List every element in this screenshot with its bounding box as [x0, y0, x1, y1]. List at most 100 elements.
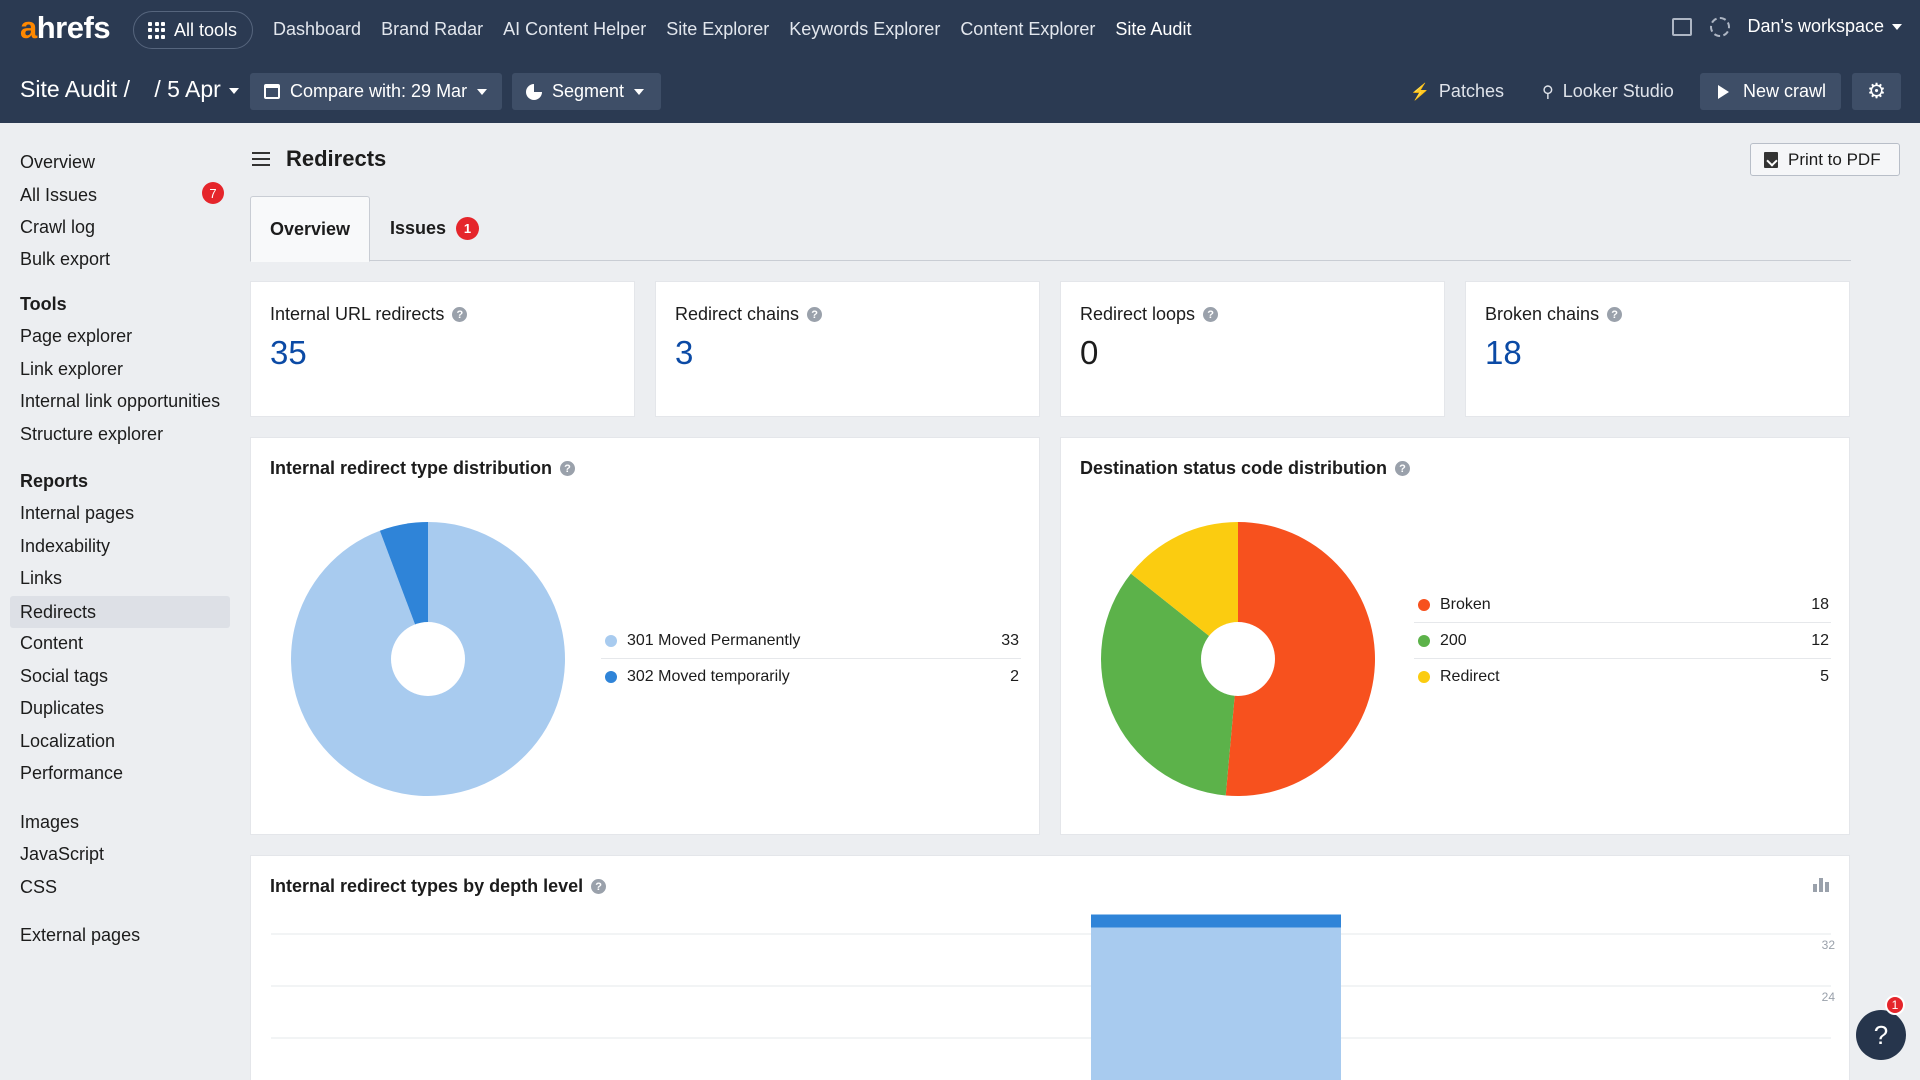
new-crawl-label: New crawl	[1743, 81, 1827, 101]
print-to-pdf-button[interactable]: Print to PDF	[1750, 143, 1900, 176]
notifications-icon[interactable]	[1671, 17, 1692, 36]
donut-hole	[1201, 622, 1275, 696]
all-tools-button[interactable]: All tools	[133, 11, 253, 49]
chevron-down-icon	[634, 88, 645, 95]
workspace-menu[interactable]: Dan's workspace	[1748, 16, 1902, 37]
bolt-icon: ⚡	[1410, 83, 1430, 101]
sidebar-item-content[interactable]: Content	[10, 627, 230, 659]
help-icon[interactable]: ?	[807, 307, 823, 322]
all-issues-badge: 7	[202, 182, 224, 204]
tab-label: Issues	[390, 218, 447, 238]
patches-link[interactable]: ⚡ Patches	[1410, 81, 1504, 102]
legend-dot	[1418, 671, 1430, 683]
help-icon[interactable]: ?	[1607, 307, 1623, 322]
all-tools-label: All tools	[174, 19, 238, 40]
bar-301-moved-permanently[interactable]	[1091, 927, 1341, 1080]
usage-gauge-icon[interactable]	[1709, 16, 1730, 37]
destination-status-legend: Broken 18 200 12 Redirect 5	[1414, 587, 1831, 695]
legend-value[interactable]: 12	[1811, 632, 1829, 650]
compare-with-button[interactable]: Compare with: 29 Mar	[250, 73, 502, 110]
legend-label: Redirect	[1440, 668, 1500, 685]
segment-pie-icon	[526, 83, 542, 100]
looker-icon: ⚲	[1542, 83, 1554, 101]
sidebar: Overview All Issues 7 Crawl log Bulk exp…	[0, 123, 240, 1080]
sidebar-item-links[interactable]: Links	[10, 562, 230, 594]
settings-button[interactable]: ⚙	[1852, 73, 1901, 110]
kpi-card-redirect-loops[interactable]: Redirect loops? 0	[1060, 281, 1445, 417]
segment-button[interactable]: Segment	[512, 73, 661, 110]
sidebar-item-javascript[interactable]: JavaScript	[10, 838, 230, 870]
kpi-value[interactable]: 35	[270, 334, 307, 372]
legend-item[interactable]: 200 12	[1414, 623, 1831, 659]
legend-item[interactable]: 302 Moved temporarily 2	[601, 659, 1021, 695]
sidebar-item-internal-link-opportunities[interactable]: Internal link opportunities	[10, 385, 230, 417]
nav-brand-radar[interactable]: Brand Radar	[381, 19, 483, 40]
nav-site-audit[interactable]: Site Audit	[1115, 19, 1191, 40]
sidebar-item-indexability[interactable]: Indexability	[10, 530, 230, 562]
project-bar: Site Audit / / 5 Apr Compare with: 29 Ma…	[0, 60, 1920, 123]
legend-item[interactable]: 301 Moved Permanently 33	[601, 623, 1021, 659]
tab-overview[interactable]: Overview	[250, 196, 370, 262]
kpi-card-redirect-chains[interactable]: Redirect chains? 3	[655, 281, 1040, 417]
help-icon[interactable]: ?	[1203, 307, 1219, 322]
help-icon[interactable]: ?	[560, 461, 576, 476]
menu-icon[interactable]	[252, 152, 270, 166]
sidebar-item-structure-explorer[interactable]: Structure explorer	[10, 418, 230, 450]
sidebar-item-redirects[interactable]: Redirects	[10, 596, 230, 628]
new-crawl-button[interactable]: New crawl	[1700, 73, 1841, 110]
legend-dot	[605, 634, 617, 647]
y-tick-label: 32	[1822, 938, 1836, 952]
tab-label: Overview	[269, 218, 351, 239]
legend-label: 301 Moved Permanently	[627, 631, 801, 649]
sidebar-item-bulk-export[interactable]: Bulk export	[10, 243, 230, 275]
legend-value[interactable]: 18	[1811, 596, 1829, 614]
sidebar-item-performance[interactable]: Performance	[10, 757, 230, 789]
nav-content-explorer[interactable]: Content Explorer	[960, 19, 1095, 40]
destination-status-pie-chart	[1101, 522, 1375, 796]
help-icon[interactable]: ?	[1395, 461, 1411, 476]
print-label: Print to PDF	[1788, 149, 1881, 169]
legend-value[interactable]: 2	[1010, 668, 1019, 686]
sidebar-item-social-tags[interactable]: Social tags	[10, 660, 230, 692]
global-nav: ahrefs All tools Dashboard Brand Radar A…	[0, 0, 1920, 60]
kpi-label: Redirect loops?	[1080, 304, 1219, 325]
compare-label: Compare with: 29 Mar	[290, 81, 468, 101]
kpi-card-internal-url-redirects[interactable]: Internal URL redirects? 35	[250, 281, 635, 417]
sidebar-item-css[interactable]: CSS	[10, 871, 230, 903]
kpi-card-broken-chains[interactable]: Broken chains? 18	[1465, 281, 1850, 417]
nav-dashboard[interactable]: Dashboard	[273, 19, 361, 40]
sidebar-item-all-issues[interactable]: All Issues	[10, 179, 230, 211]
kpi-value[interactable]: 18	[1485, 334, 1522, 372]
nav-ai-content-helper[interactable]: AI Content Helper	[503, 19, 646, 40]
legend-dot	[1418, 634, 1430, 647]
legend-value[interactable]: 5	[1820, 668, 1829, 686]
bar-302-moved-temporarily[interactable]	[1091, 914, 1341, 928]
looker-studio-link[interactable]: ⚲ Looker Studio	[1542, 81, 1674, 102]
sidebar-item-internal-pages[interactable]: Internal pages	[10, 497, 230, 529]
breadcrumb-site-audit[interactable]: Site Audit	[20, 76, 117, 102]
legend-dot	[1418, 598, 1430, 611]
legend-item[interactable]: Redirect 5	[1414, 659, 1831, 695]
sidebar-item-duplicates[interactable]: Duplicates	[10, 692, 230, 724]
page-title: Redirects	[286, 146, 387, 171]
help-button[interactable]: ?	[1856, 1010, 1906, 1060]
sidebar-item-external-pages[interactable]: External pages	[10, 919, 230, 951]
sidebar-item-localization[interactable]: Localization	[10, 725, 230, 757]
sidebar-item-images[interactable]: Images	[10, 806, 230, 838]
sidebar-item-link-explorer[interactable]: Link explorer	[10, 353, 230, 385]
sidebar-item-crawl-log[interactable]: Crawl log	[10, 211, 230, 243]
crawl-date-select[interactable]: / 5 Apr	[154, 76, 239, 102]
legend-value[interactable]: 33	[1001, 632, 1019, 650]
nav-keywords-explorer[interactable]: Keywords Explorer	[789, 19, 940, 40]
sidebar-item-overview[interactable]: Overview	[10, 146, 230, 178]
legend-item[interactable]: Broken 18	[1414, 587, 1831, 623]
nav-site-explorer[interactable]: Site Explorer	[666, 19, 769, 40]
help-icon[interactable]: ?	[452, 307, 468, 322]
play-icon	[1718, 84, 1729, 99]
destination-status-distribution-card: Destination status code distribution? Br…	[1060, 437, 1850, 835]
tab-issues[interactable]: Issues 1	[390, 196, 480, 261]
kpi-value[interactable]: 3	[675, 334, 693, 372]
gear-icon: ⚙	[1867, 80, 1886, 103]
ahrefs-logo[interactable]: ahrefs	[20, 10, 111, 46]
sidebar-item-page-explorer[interactable]: Page explorer	[10, 320, 230, 352]
